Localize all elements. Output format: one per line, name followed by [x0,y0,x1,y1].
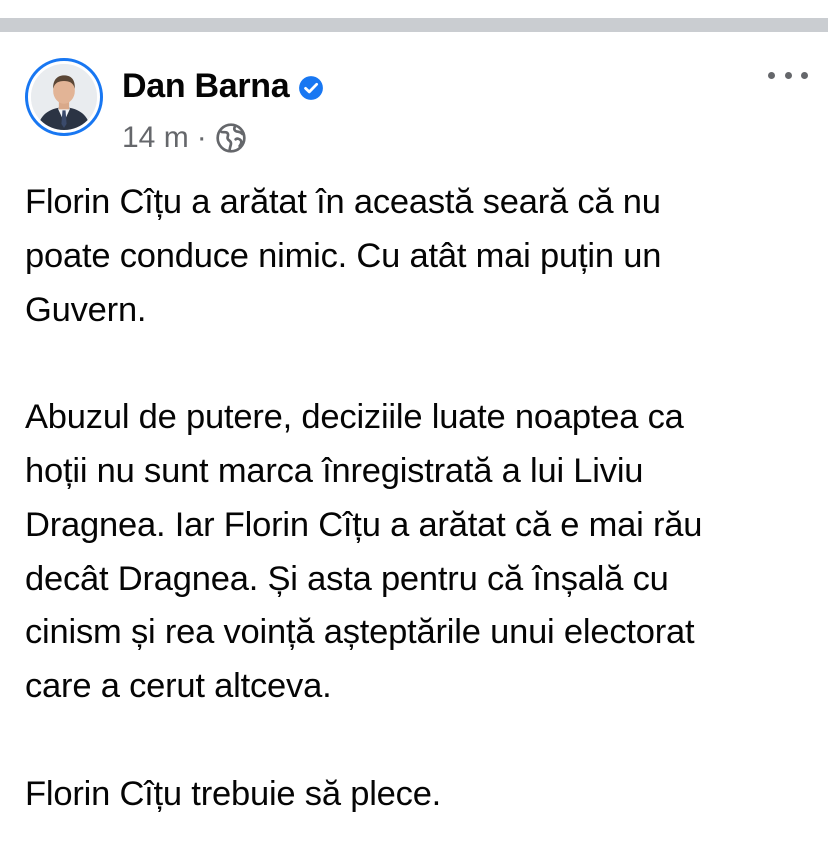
verified-badge-icon [298,75,324,101]
ellipsis-icon [768,71,775,79]
more-options-button[interactable] [768,60,808,90]
post-timestamp[interactable]: 14 m [122,121,189,155]
post-header: Dan Barna [122,64,324,108]
post-paragraph: Abuzul de putere, deciziile luate noapte… [25,398,703,706]
profile-photo-image [31,64,97,130]
globe-icon[interactable] [215,122,247,154]
avatar[interactable] [25,58,103,136]
ellipsis-icon [801,71,808,79]
author-name[interactable]: Dan Barna [122,67,290,106]
post-paragraph: Florin Cîțu a arătat în această seară că… [25,183,662,329]
post-paragraph: Florin Cîțu trebuie să plece. [25,774,442,813]
post-meta: 14 m · [122,118,247,158]
feed-divider [0,18,828,32]
profile-photo [31,64,97,130]
post-text: Florin Cîțu a arătat în această seară că… [25,176,815,852]
meta-separator: · [196,121,207,154]
ellipsis-icon [784,71,792,79]
